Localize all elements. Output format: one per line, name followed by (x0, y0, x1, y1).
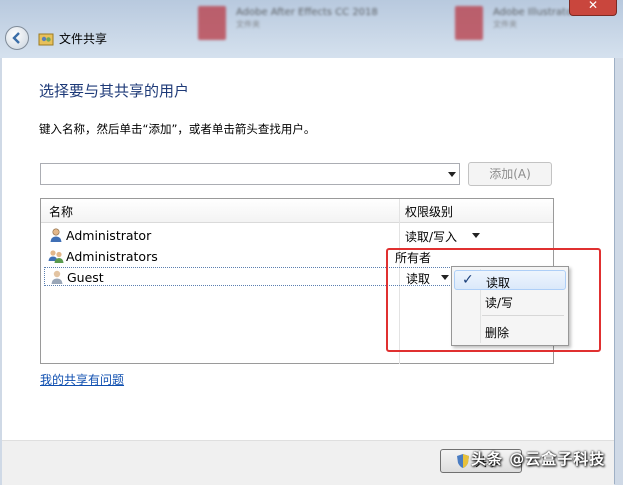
instruction-text: 键入名称，然后单击“添加”，或者单击箭头查找用户。 (39, 122, 316, 136)
user-combobox[interactable] (40, 163, 460, 185)
watermark-text: 头条 @云盒子科技 (471, 450, 606, 468)
highlight-annotation (386, 248, 601, 352)
background-item-label: Adobe After Effects CC 2018 (236, 7, 378, 18)
user-permission[interactable]: 读取/写入 (405, 228, 457, 245)
user-icon (50, 228, 62, 242)
user-input[interactable] (43, 165, 442, 185)
uac-shield-icon (457, 454, 469, 468)
window-title-text: 文件共享 (59, 32, 108, 46)
background-item-2: Adobe Illustrator 文件夹 (455, 6, 576, 46)
window-titlebar: Adobe After Effects CC 2018 文件夹 Adobe Il… (0, 0, 623, 58)
add-button[interactable]: 添加(A) (468, 162, 552, 186)
background-item-1: Adobe After Effects CC 2018 文件夹 (198, 6, 378, 46)
user-name: Administrators (66, 249, 158, 264)
back-button[interactable] (5, 26, 29, 50)
table-row[interactable]: Administrator 读取/写入 (44, 226, 550, 245)
chevron-down-icon[interactable] (448, 172, 456, 177)
file-sharing-icon (38, 33, 54, 45)
guest-user-icon (51, 270, 63, 284)
sharing-help-link[interactable]: 我的共享有问题 (40, 371, 124, 388)
close-button[interactable]: ✕ (569, 0, 617, 16)
page-title: 选择要与其共享的用户 (39, 82, 190, 100)
user-name: Administrator (66, 228, 152, 243)
background-item-sub: 文件夹 (236, 20, 260, 29)
file-icon (198, 6, 226, 40)
column-header-permission[interactable]: 权限级别 (405, 203, 453, 220)
group-icon (48, 250, 64, 263)
close-icon: ✕ (587, 0, 599, 12)
chevron-down-icon[interactable] (472, 233, 480, 238)
user-name: Guest (67, 270, 104, 285)
background-item-label: Adobe Illustrator (493, 7, 577, 18)
window-title: 文件共享 (38, 30, 107, 47)
list-header: 名称 权限级别 (41, 199, 553, 223)
background-item-sub: 文件夹 (493, 20, 517, 29)
column-header-name[interactable]: 名称 (49, 203, 73, 220)
back-arrow-icon (12, 32, 20, 44)
file-icon (455, 6, 483, 40)
